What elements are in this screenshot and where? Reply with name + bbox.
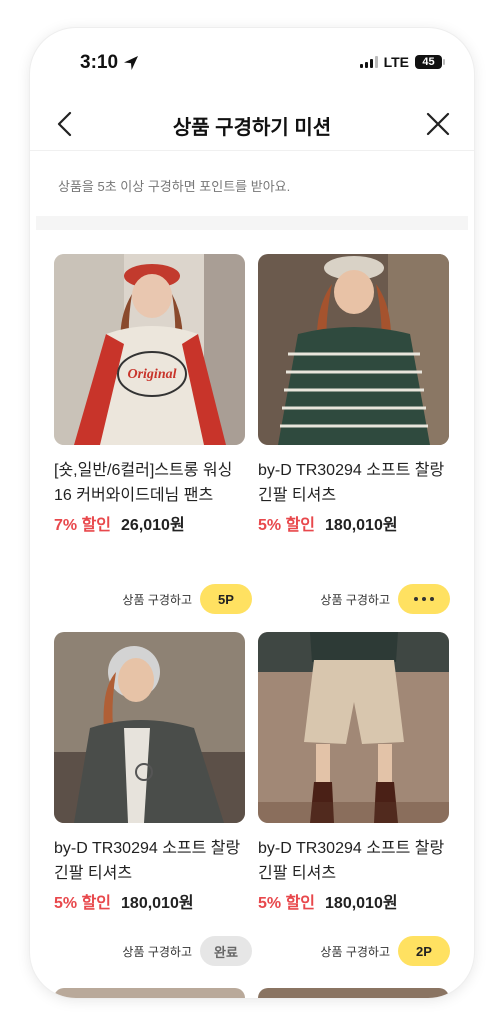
mission-action-label: 상품 구경하고 [122, 944, 192, 959]
loading-badge-button[interactable] [398, 584, 450, 614]
product-card[interactable]: by-D TR30294 소프트 찰랑 긴팔 티셔츠 5% 할인 180,010… [258, 254, 449, 535]
price-row: 5% 할인 180,010원 [258, 511, 449, 535]
product-image[interactable]: Original [54, 254, 245, 445]
product-image[interactable] [258, 632, 449, 823]
mission-action: 상품 구경하고 완료 [122, 936, 252, 966]
completed-text: 완료 [214, 944, 238, 960]
header: 상품 구경하기 미션 [30, 98, 474, 151]
discount-rate: 5% 할인 [258, 517, 316, 534]
next-product-image-peek [54, 988, 245, 998]
battery-icon: 45 [415, 55, 445, 69]
next-product-image-peek [258, 988, 449, 998]
price-row: 7% 할인 26,010원 [54, 511, 245, 535]
mission-action-label: 상품 구경하고 [122, 592, 192, 607]
status-bar: 3:10 LTE 45 [30, 28, 474, 98]
mission-action: 상품 구경하고 [320, 584, 450, 614]
discount-rate: 5% 할인 [258, 895, 316, 912]
product-card[interactable]: by-D TR30294 소프트 찰랑 긴팔 티셔츠 5% 할인 180,010… [258, 632, 449, 913]
more-dots-icon [414, 597, 434, 601]
page-title: 상품 구경하기 미션 [172, 117, 332, 139]
product-card[interactable]: Original [숏,일반/6컬러]스트롱 워싱16 커버와이드데님 팬츠 7… [54, 254, 245, 535]
points-badge-button[interactable]: 5P [200, 584, 252, 614]
price-row: 5% 할인 180,010원 [54, 889, 245, 913]
phone-frame: 3:10 LTE 45 상품 구경하기 미션 상품을 5초 이상 구경하면 포인… [30, 28, 474, 998]
time-text: 3:10 [80, 52, 119, 73]
completed-badge: 완료 [200, 936, 252, 966]
mission-action: 상품 구경하고 5P [122, 584, 252, 614]
mission-action-label: 상품 구경하고 [320, 592, 390, 607]
product-card[interactable]: by-D TR30294 소프트 찰랑 긴팔 티셔츠 5% 할인 180,010… [54, 632, 245, 913]
mission-description: 상품을 5초 이상 구경하면 포인트를 받아요. [58, 179, 291, 194]
mission-action-label: 상품 구경하고 [320, 944, 390, 959]
location-arrow-icon [124, 56, 139, 70]
product-photo-4 [258, 632, 449, 823]
product-photo-2 [258, 254, 449, 445]
signal-icon [359, 56, 378, 68]
close-icon[interactable] [424, 110, 452, 138]
mission-action: 상품 구경하고 2P [320, 936, 450, 966]
product-image[interactable] [54, 632, 245, 823]
status-right: LTE 45 [359, 54, 445, 70]
points-text: 5P [218, 591, 234, 607]
network-label: LTE [383, 54, 409, 70]
points-badge-button[interactable]: 2P [398, 936, 450, 966]
product-name: [숏,일반/6컬러]스트롱 워싱16 커버와이드데님 팬츠 [54, 462, 233, 504]
svg-text:Original: Original [127, 367, 176, 382]
discount-rate: 5% 할인 [54, 895, 112, 912]
section-divider [36, 216, 468, 230]
battery-level: 45 [422, 56, 435, 68]
product-name: by-D TR30294 소프트 찰랑 긴팔 티셔츠 [54, 840, 241, 882]
product-name: by-D TR30294 소프트 찰랑 긴팔 티셔츠 [258, 462, 445, 504]
product-price: 180,010원 [325, 517, 398, 534]
product-price: 180,010원 [121, 895, 194, 912]
points-text: 2P [416, 943, 432, 959]
price-row: 5% 할인 180,010원 [258, 889, 449, 913]
product-price: 26,010원 [121, 517, 185, 534]
status-time: 3:10 [80, 52, 139, 74]
discount-rate: 7% 할인 [54, 517, 112, 534]
product-photo-1: Original [54, 254, 245, 445]
product-name: by-D TR30294 소프트 찰랑 긴팔 티셔츠 [258, 840, 445, 882]
product-price: 180,010원 [325, 895, 398, 912]
product-photo-3 [54, 632, 245, 823]
product-image[interactable] [258, 254, 449, 445]
